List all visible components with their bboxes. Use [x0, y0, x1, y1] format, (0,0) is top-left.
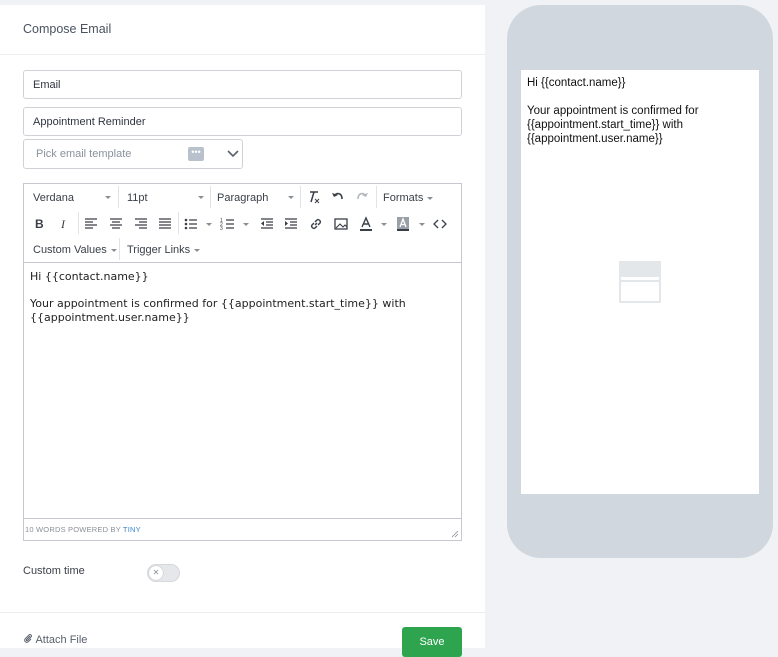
preview-greeting: Hi {{contact.name}}	[527, 77, 626, 89]
justify-icon[interactable]	[157, 216, 173, 232]
template-placeholder: Pick email template	[36, 148, 132, 160]
link-icon[interactable]	[308, 216, 324, 232]
formats-label: Formats	[383, 192, 424, 204]
editor-content[interactable]: Hi {{contact.name}} Your appointment is …	[30, 270, 450, 325]
align-center-icon[interactable]	[108, 216, 124, 232]
align-right-icon[interactable]	[133, 216, 149, 232]
preview-body: Your appointment is confirmed for {{appo…	[527, 105, 699, 145]
background-color-caret-icon[interactable]	[419, 223, 425, 226]
image-placeholder-icon	[619, 261, 661, 303]
toolbar-separator	[300, 186, 301, 208]
toolbar-separator	[78, 212, 79, 234]
font-family-label: Verdana	[33, 192, 74, 204]
toolbar-separator	[210, 186, 211, 208]
undo-icon[interactable]	[330, 189, 346, 205]
text-color-icon[interactable]	[358, 216, 374, 232]
preview-screen: Hi {{contact.name}} Your appointment is …	[521, 70, 759, 494]
divider	[0, 54, 485, 55]
source-code-icon[interactable]	[432, 216, 448, 232]
bullet-list-caret-icon[interactable]	[206, 223, 212, 226]
editor-greeting: Hi {{contact.name}}	[30, 270, 149, 283]
attach-file-label: Attach File	[35, 634, 88, 646]
text-color-caret-icon[interactable]	[381, 223, 387, 226]
font-family-caret-icon[interactable]	[105, 196, 111, 199]
svg-text:3: 3	[220, 226, 223, 232]
more-dots-icon[interactable]: •••	[188, 147, 204, 161]
trigger-links-label: Trigger Links	[127, 244, 191, 256]
numbered-list-caret-icon[interactable]	[243, 223, 249, 226]
resize-handle-icon[interactable]	[451, 530, 459, 538]
toolbar-separator	[376, 186, 377, 208]
block-format-caret-icon[interactable]	[288, 196, 294, 199]
redo-icon[interactable]	[354, 189, 370, 205]
custom-values-label: Custom Values	[33, 244, 107, 256]
trigger-links-menu[interactable]: Trigger Links	[127, 243, 201, 257]
bold-button[interactable]: B	[35, 217, 44, 231]
bullet-list-icon[interactable]	[183, 216, 199, 232]
email-template-select[interactable]: Pick email template •••	[23, 139, 243, 169]
editor-body: Your appointment is confirmed for {{appo…	[30, 297, 406, 324]
clear-format-icon[interactable]	[305, 189, 321, 205]
preview-content: Hi {{contact.name}} Your appointment is …	[527, 76, 753, 146]
page-title: Compose Email	[23, 22, 112, 36]
editor-statusbar: 10 WORDS POWERED BY TINY	[24, 518, 461, 540]
toolbar-separator	[178, 212, 179, 234]
italic-button[interactable]: I	[61, 217, 65, 231]
custom-time-toggle[interactable]: ✕	[147, 564, 180, 582]
outdent-icon[interactable]	[259, 216, 275, 232]
rich-text-editor[interactable]: Verdana 11pt Paragraph Formats B I 1 2 3…	[23, 183, 462, 541]
attach-file-link[interactable]: Attach File	[23, 633, 87, 646]
font-size-caret-icon[interactable]	[198, 196, 204, 199]
trigger-links-caret-icon	[194, 248, 201, 252]
image-icon[interactable]	[333, 216, 349, 232]
numbered-list-icon[interactable]: 123	[220, 216, 236, 232]
mobile-preview: Hi {{contact.name}} Your appointment is …	[507, 5, 773, 558]
custom-values-menu[interactable]: Custom Values	[33, 243, 117, 257]
formats-menu[interactable]: Formats	[383, 191, 434, 205]
align-left-icon[interactable]	[83, 216, 99, 232]
subject-field[interactable]	[23, 107, 462, 136]
block-format-select[interactable]: Paragraph	[217, 191, 268, 205]
custom-time-label: Custom time	[23, 565, 85, 577]
toolbar-separator	[118, 186, 119, 208]
word-count: 10 WORDS POWERED BY	[25, 525, 123, 534]
toggle-off-icon: ✕	[149, 566, 163, 580]
editor-toolbar: Verdana 11pt Paragraph Formats B I 1 2 3…	[24, 184, 461, 263]
indent-icon[interactable]	[283, 216, 299, 232]
save-button[interactable]: Save	[402, 627, 462, 657]
tiny-link[interactable]: TINY	[123, 525, 141, 534]
block-format-label: Paragraph	[217, 192, 269, 204]
formats-caret-icon	[427, 196, 434, 200]
email-field[interactable]	[23, 70, 462, 99]
paperclip-icon	[24, 634, 32, 643]
font-size-select[interactable]: 11pt	[127, 191, 148, 205]
custom-values-caret-icon	[110, 248, 117, 252]
background-color-icon[interactable]	[395, 216, 411, 232]
font-size-label: 11pt	[127, 192, 148, 204]
font-family-select[interactable]: Verdana	[33, 191, 74, 205]
chevron-down-icon[interactable]	[227, 149, 239, 159]
footer-divider	[0, 612, 485, 613]
toolbar-separator	[119, 238, 120, 260]
